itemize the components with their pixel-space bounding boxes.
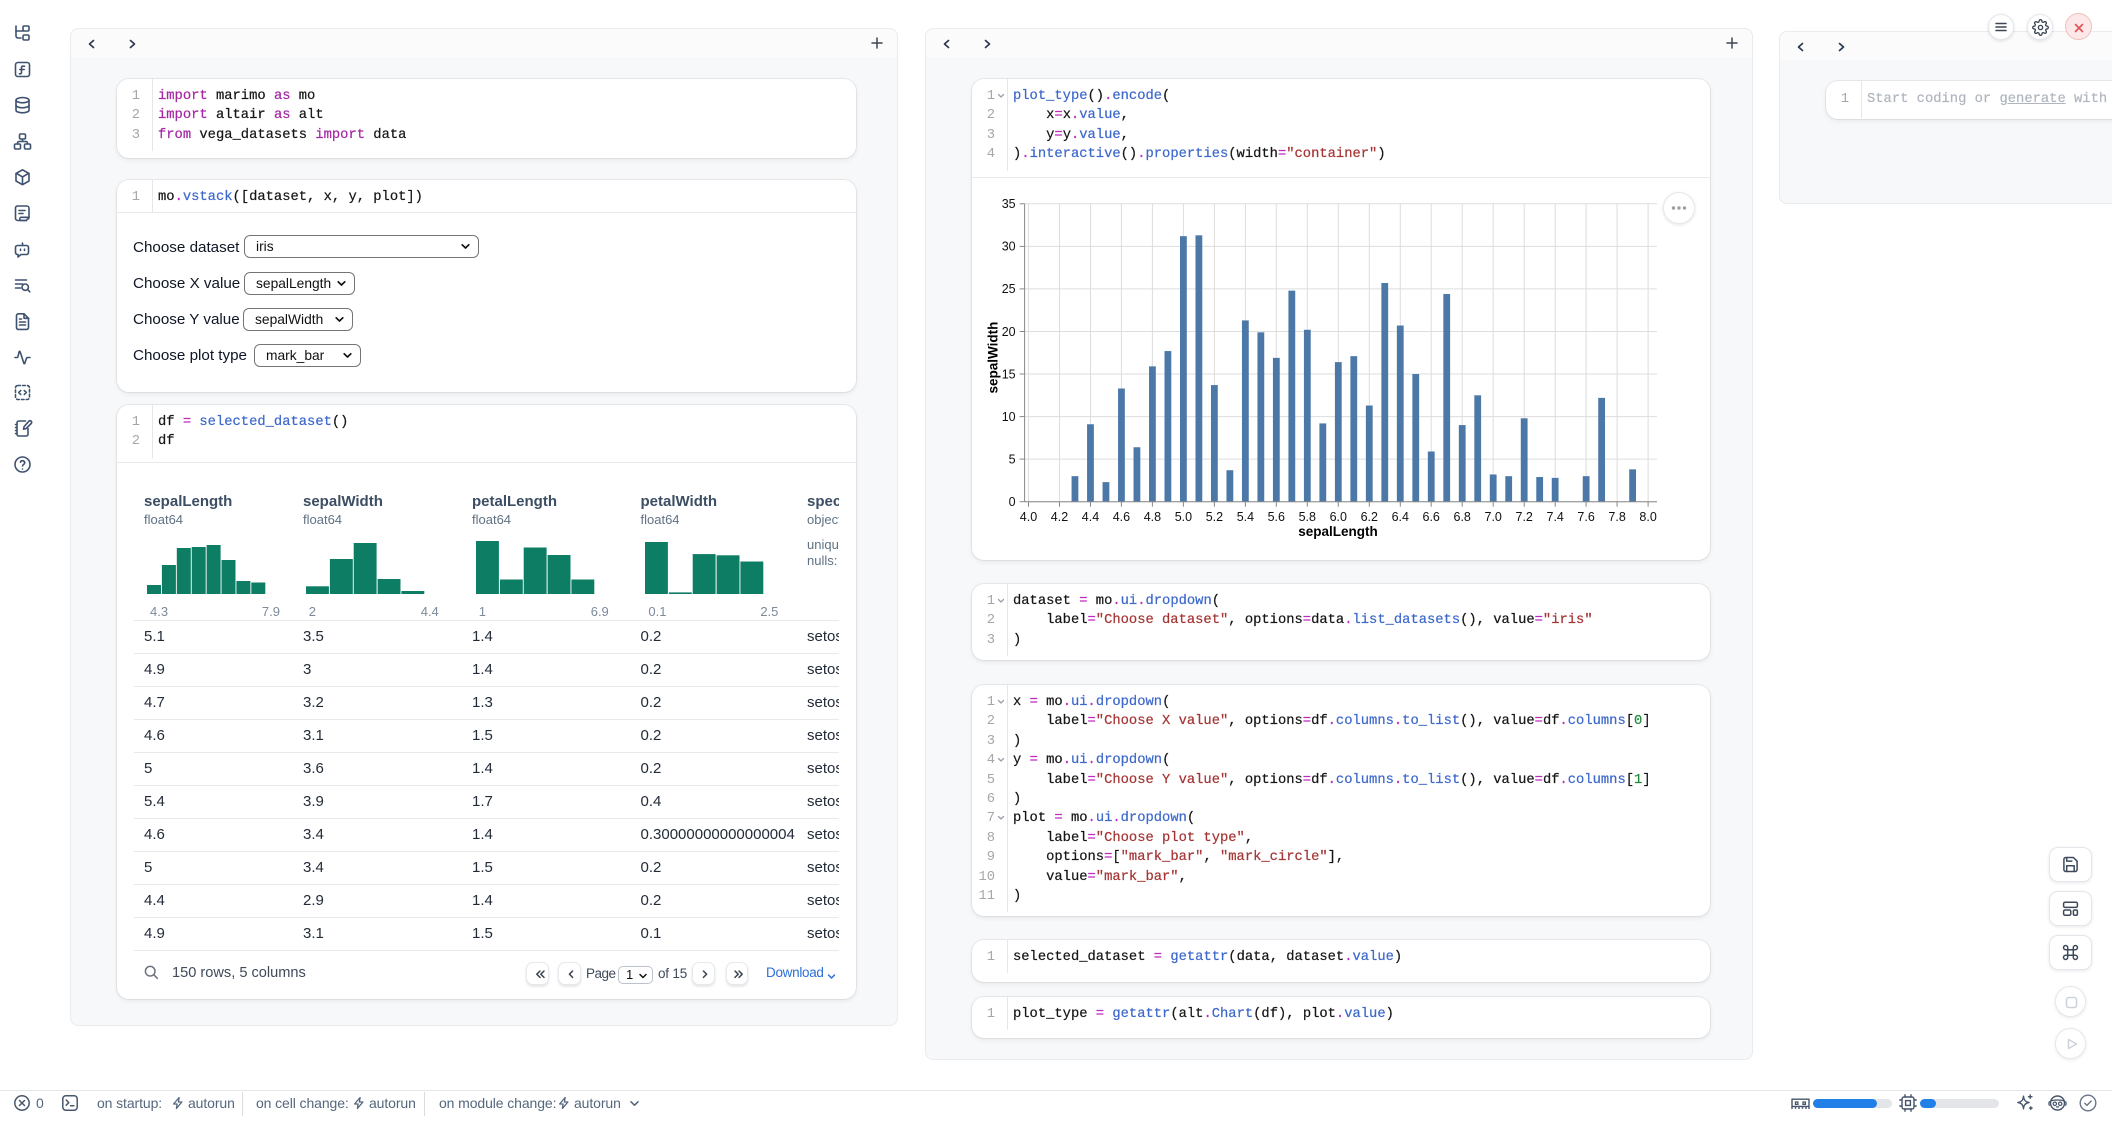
svg-text:5.8: 5.8 bbox=[1299, 510, 1316, 524]
svg-text:4.2: 4.2 bbox=[1051, 510, 1068, 524]
svg-text:15: 15 bbox=[1002, 367, 1016, 381]
svg-text:5: 5 bbox=[1009, 452, 1016, 466]
svg-text:6.2: 6.2 bbox=[1361, 510, 1378, 524]
svg-text:7.8: 7.8 bbox=[1608, 510, 1625, 524]
svg-text:25: 25 bbox=[1002, 282, 1016, 296]
svg-text:7.4: 7.4 bbox=[1547, 510, 1564, 524]
svg-text:0: 0 bbox=[1009, 495, 1016, 509]
svg-text:4.6: 4.6 bbox=[1113, 510, 1130, 524]
svg-text:7.2: 7.2 bbox=[1516, 510, 1533, 524]
svg-text:4.8: 4.8 bbox=[1144, 510, 1161, 524]
svg-text:7.0: 7.0 bbox=[1485, 510, 1502, 524]
svg-text:4.0: 4.0 bbox=[1020, 510, 1037, 524]
svg-text:sepalWidth: sepalWidth bbox=[985, 322, 1000, 394]
svg-text:10: 10 bbox=[1002, 410, 1016, 424]
svg-text:4.4: 4.4 bbox=[1082, 510, 1099, 524]
svg-text:5.6: 5.6 bbox=[1268, 510, 1285, 524]
svg-text:sepalLength: sepalLength bbox=[1298, 524, 1378, 539]
svg-text:7.6: 7.6 bbox=[1577, 510, 1594, 524]
svg-text:6.8: 6.8 bbox=[1454, 510, 1471, 524]
svg-text:35: 35 bbox=[1002, 197, 1016, 211]
svg-text:5.0: 5.0 bbox=[1175, 510, 1192, 524]
svg-text:8.0: 8.0 bbox=[1639, 510, 1656, 524]
svg-text:6.4: 6.4 bbox=[1392, 510, 1409, 524]
svg-text:30: 30 bbox=[1002, 240, 1016, 254]
svg-text:20: 20 bbox=[1002, 325, 1016, 339]
svg-text:6.0: 6.0 bbox=[1330, 510, 1347, 524]
svg-text:5.4: 5.4 bbox=[1237, 510, 1254, 524]
svg-text:5.2: 5.2 bbox=[1206, 510, 1223, 524]
svg-text:6.6: 6.6 bbox=[1423, 510, 1440, 524]
